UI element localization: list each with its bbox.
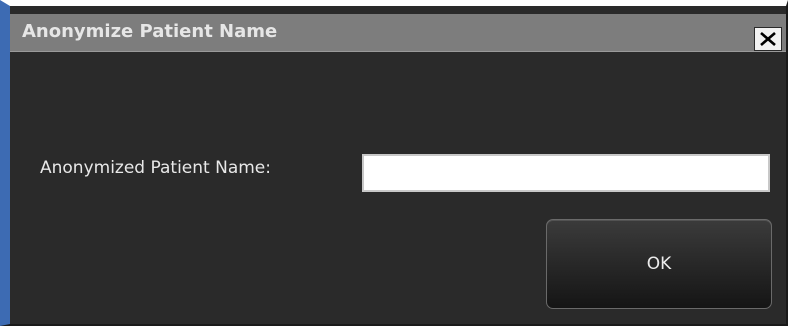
close-icon <box>760 32 776 46</box>
dialog-body: Anonymized Patient Name: OK <box>10 52 786 324</box>
anonymized-name-input[interactable] <box>362 154 770 192</box>
anonymize-dialog: Anonymize Patient Name Anonymized Patien… <box>0 0 788 326</box>
ok-button[interactable]: OK <box>546 219 772 309</box>
close-button[interactable] <box>754 27 782 51</box>
dialog-titlebar[interactable]: Anonymize Patient Name <box>10 14 786 52</box>
dialog-title: Anonymize Patient Name <box>22 21 278 42</box>
anonymized-name-label: Anonymized Patient Name: <box>40 158 271 178</box>
